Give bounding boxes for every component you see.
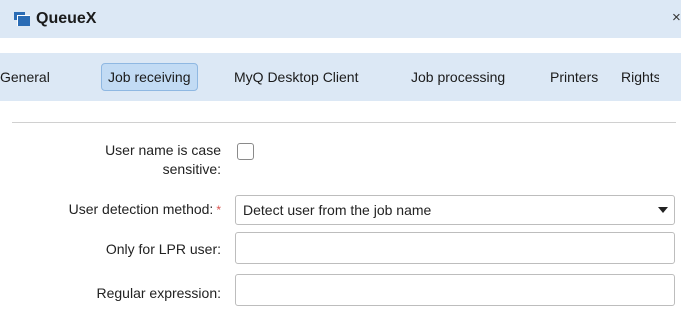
tab-myq-desktop-client[interactable]: MyQ Desktop Client xyxy=(234,63,358,91)
case-sensitive-label-line1: User name is case xyxy=(105,142,221,158)
queue-icon xyxy=(14,12,30,26)
required-marker: * xyxy=(216,203,221,217)
close-icon[interactable]: × xyxy=(672,9,681,27)
chevron-down-icon xyxy=(658,207,668,213)
tab-printers[interactable]: Printers xyxy=(550,63,598,91)
queue-settings-window: QueueX × General Job receiving MyQ Deskt… xyxy=(0,0,681,309)
detection-method-select[interactable]: Detect user from the job name xyxy=(235,195,675,225)
regex-input[interactable] xyxy=(235,274,675,306)
case-sensitive-checkbox[interactable] xyxy=(237,143,254,160)
tab-rights[interactable]: Rights xyxy=(621,63,659,91)
case-sensitive-label: User name is case sensitive: xyxy=(40,141,221,179)
title-bar: QueueX × xyxy=(0,0,681,38)
case-sensitive-label-line2: sensitive: xyxy=(162,161,221,177)
lpr-user-label: Only for LPR user: xyxy=(105,241,221,257)
detection-method-value: Detect user from the job name xyxy=(243,202,432,218)
lpr-user-input[interactable] xyxy=(235,232,675,264)
regex-label: Regular expression: xyxy=(96,285,221,301)
detection-method-label: User detection method: * xyxy=(0,200,221,220)
section-divider xyxy=(12,122,676,123)
window-title: QueueX xyxy=(36,10,97,27)
tab-bar: General Job receiving MyQ Desktop Client… xyxy=(0,53,681,101)
detection-method-label-text: User detection method: xyxy=(68,201,214,217)
tab-general[interactable]: General xyxy=(0,63,50,91)
tab-job-processing[interactable]: Job processing xyxy=(411,63,505,91)
tab-job-receiving[interactable]: Job receiving xyxy=(101,63,198,91)
